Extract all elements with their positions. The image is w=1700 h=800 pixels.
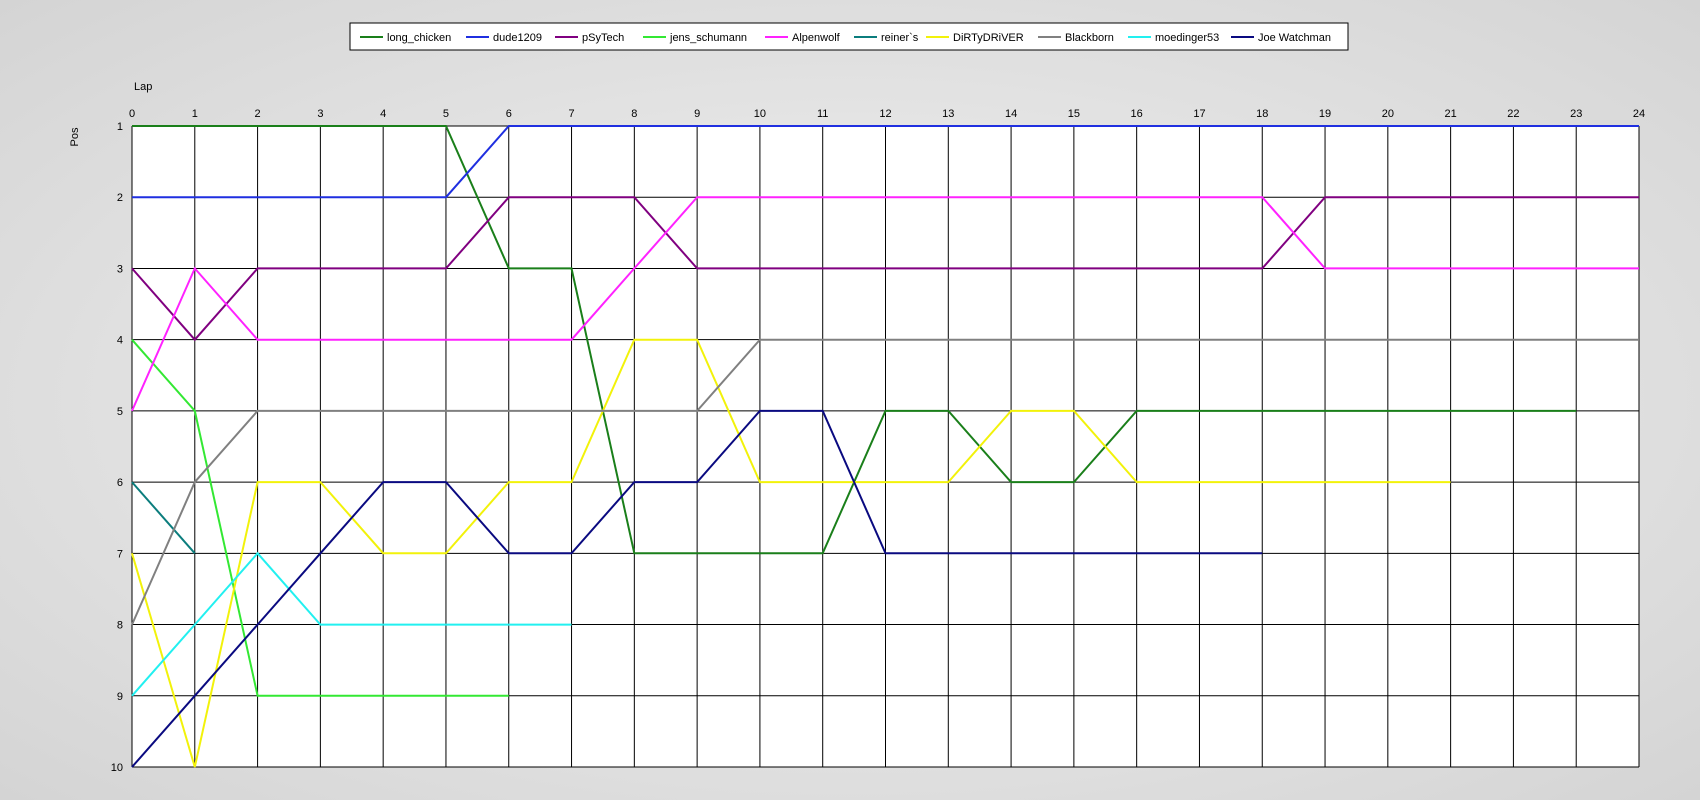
x-tick-label: 7 — [568, 108, 574, 120]
legend-label: Joe Watchman — [1258, 32, 1331, 44]
legend-label: long_chicken — [387, 32, 451, 44]
legend-label: pSyTech — [582, 32, 624, 44]
legend-label: Alpenwolf — [792, 32, 841, 44]
legend-label: reiner`s — [881, 32, 919, 44]
x-tick-label: 21 — [1445, 108, 1457, 120]
x-tick-label: 5 — [443, 108, 449, 120]
x-tick-label: 18 — [1256, 108, 1268, 120]
x-tick-label: 23 — [1570, 108, 1582, 120]
y-axis-tick-labels: 1 2 3 4 5 6 7 8 9 10 — [111, 121, 123, 774]
y-tick-label: 8 — [117, 620, 123, 632]
x-tick-label: 12 — [879, 108, 891, 120]
x-tick-label: 2 — [255, 108, 261, 120]
x-tick-label: 8 — [631, 108, 637, 120]
x-tick-label: 16 — [1131, 108, 1143, 120]
y-tick-label: 2 — [117, 192, 123, 204]
y-tick-label: 9 — [117, 691, 123, 703]
y-tick-label: 4 — [117, 335, 123, 347]
y-axis-label: Pos — [69, 127, 81, 146]
race-position-chart: long_chicken dude1209 pSyTech jens_schumann… — [69, 22, 1645, 774]
y-tick-label: 5 — [117, 406, 123, 418]
y-tick-label: 6 — [117, 477, 123, 489]
x-axis-tick-labels: 0 1 2 3 4 5 6 7 8 9 10 11 12 13 14 15 16 17 18 19 20 21 22 23 24 — [129, 108, 1645, 120]
y-tick-label: 10 — [111, 762, 123, 774]
x-tick-label: 4 — [380, 108, 386, 120]
x-tick-label: 22 — [1507, 108, 1519, 120]
legend-label: dude1209 — [493, 32, 542, 44]
x-tick-label: 13 — [942, 108, 954, 120]
y-tick-label: 7 — [117, 548, 123, 560]
legend-label: DiRTyDRiVER — [953, 32, 1024, 44]
x-tick-label: 14 — [1005, 108, 1017, 120]
y-tick-label: 1 — [117, 121, 123, 133]
x-tick-label: 15 — [1068, 108, 1080, 120]
x-tick-label: 24 — [1633, 108, 1645, 120]
legend-label: jens_schumann — [669, 32, 747, 44]
y-tick-label: 3 — [117, 263, 123, 275]
x-tick-label: 19 — [1319, 108, 1331, 120]
x-tick-label: 10 — [754, 108, 766, 120]
x-tick-label: 0 — [129, 108, 135, 120]
x-tick-label: 1 — [192, 108, 198, 120]
plot-area — [131, 125, 1640, 768]
x-tick-label: 11 — [817, 108, 828, 120]
x-tick-label: 20 — [1382, 108, 1394, 120]
legend-label: moedinger53 — [1155, 32, 1219, 44]
chart-legend: long_chicken dude1209 pSyTech jens_schumann… — [349, 22, 1349, 51]
x-axis-label: Lap — [134, 81, 152, 93]
legend-label: Blackborn — [1065, 32, 1114, 44]
x-tick-label: 6 — [506, 108, 512, 120]
x-tick-label: 17 — [1193, 108, 1205, 120]
x-tick-label: 3 — [317, 108, 323, 120]
x-tick-label: 9 — [694, 108, 700, 120]
